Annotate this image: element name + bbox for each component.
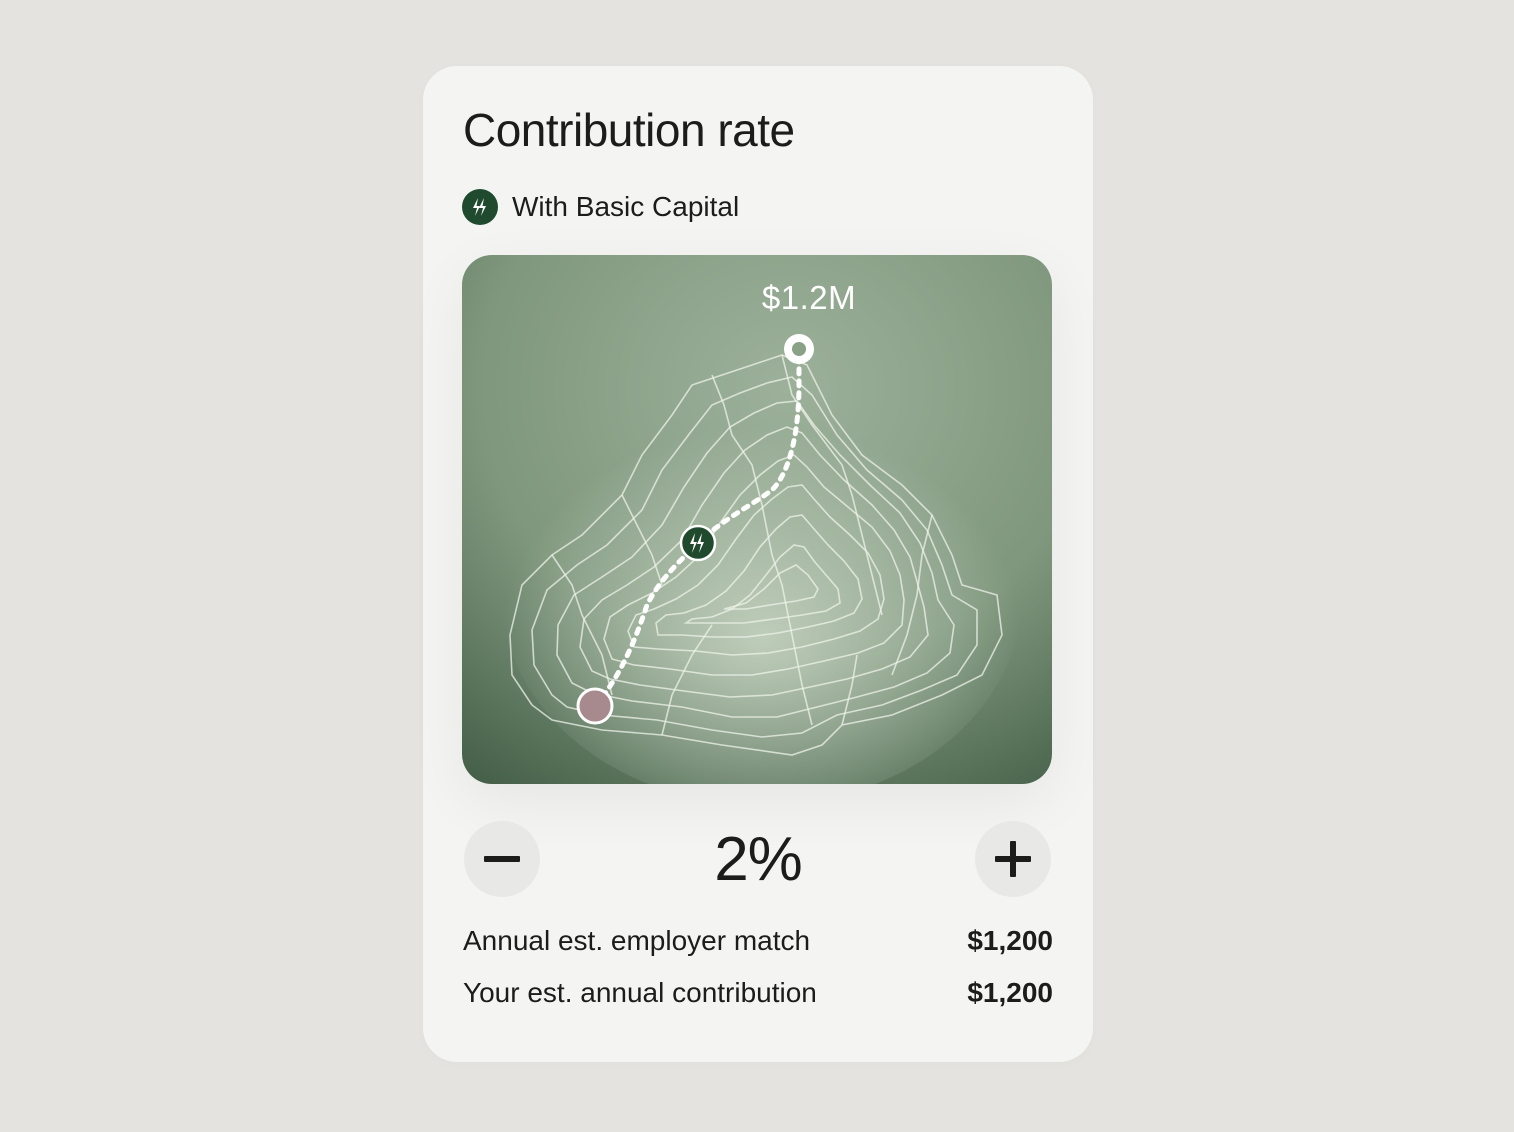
employer-match-value: $1,200	[967, 925, 1053, 956]
annual-contribution-label: Your est. annual contribution	[463, 977, 817, 1008]
plus-icon	[995, 841, 1031, 877]
brand-label: With Basic Capital	[512, 191, 740, 222]
mountain-projection-visual: $1.2M	[462, 255, 1052, 784]
employer-match-label: Annual est. employer match	[463, 925, 811, 956]
goal-amount-label: $1.2M	[761, 279, 857, 316]
annual-contribution-value: $1,200	[967, 977, 1053, 1008]
start-marker-icon	[576, 687, 614, 725]
annual-contribution-row: Your est. annual contribution $1,200	[463, 975, 1053, 1011]
increase-rate-button[interactable]	[975, 821, 1051, 897]
goal-marker-icon	[784, 334, 814, 364]
contribution-rate-card: Contribution rate With Basic Capital $1.…	[423, 66, 1093, 1062]
mountain-illustration	[462, 255, 1052, 784]
employer-match-row: Annual est. employer match $1,200	[463, 923, 1053, 959]
card-title: Contribution rate	[463, 104, 795, 156]
lightning-bolt-icon	[462, 189, 498, 225]
brand-row: With Basic Capital	[462, 188, 739, 226]
lightning-bolt-icon	[679, 524, 717, 562]
